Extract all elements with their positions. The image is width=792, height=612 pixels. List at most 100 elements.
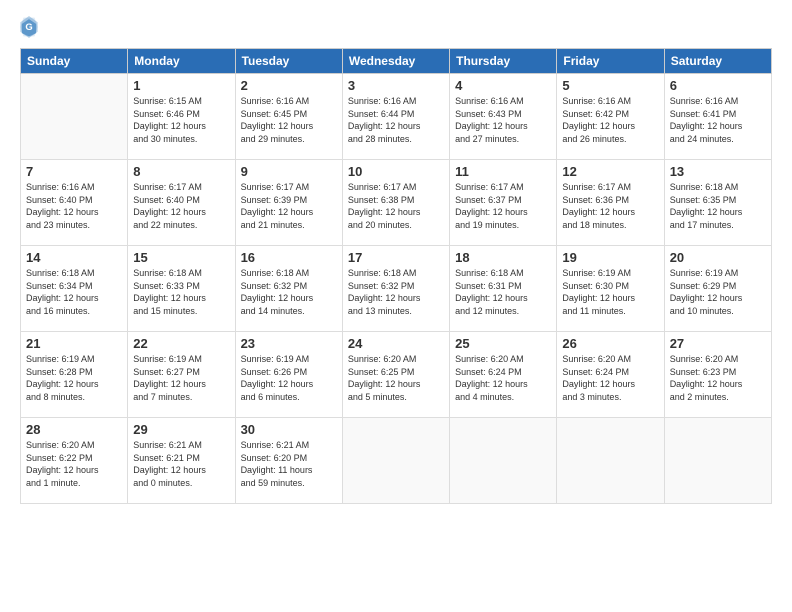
day-number: 30 bbox=[241, 422, 337, 437]
day-number: 10 bbox=[348, 164, 444, 179]
day-number: 27 bbox=[670, 336, 766, 351]
weekday-header-monday: Monday bbox=[128, 49, 235, 74]
day-info: Sunrise: 6:19 AM Sunset: 6:27 PM Dayligh… bbox=[133, 353, 229, 403]
day-cell-27: 27 Sunrise: 6:20 AM Sunset: 6:23 PM Dayli… bbox=[664, 332, 771, 418]
weekday-header-saturday: Saturday bbox=[664, 49, 771, 74]
day-number: 8 bbox=[133, 164, 229, 179]
empty-cell bbox=[557, 418, 664, 504]
day-info: Sunrise: 6:17 AM Sunset: 6:39 PM Dayligh… bbox=[241, 181, 337, 231]
day-cell-21: 21 Sunrise: 6:19 AM Sunset: 6:28 PM Dayli… bbox=[21, 332, 128, 418]
day-number: 6 bbox=[670, 78, 766, 93]
day-number: 14 bbox=[26, 250, 122, 265]
day-cell-3: 3 Sunrise: 6:16 AM Sunset: 6:44 PM Daylig… bbox=[342, 74, 449, 160]
day-number: 5 bbox=[562, 78, 658, 93]
day-cell-7: 7Sunrise: 6:16 AM Sunset: 6:40 PM Daylig… bbox=[21, 160, 128, 246]
day-number: 11 bbox=[455, 164, 551, 179]
day-cell-19: 19 Sunrise: 6:19 AM Sunset: 6:30 PM Dayli… bbox=[557, 246, 664, 332]
day-info: Sunrise: 6:21 AM Sunset: 6:20 PM Dayligh… bbox=[241, 439, 337, 489]
day-info: Sunrise: 6:18 AM Sunset: 6:32 PM Dayligh… bbox=[348, 267, 444, 317]
weekday-header-friday: Friday bbox=[557, 49, 664, 74]
day-number: 24 bbox=[348, 336, 444, 351]
day-number: 19 bbox=[562, 250, 658, 265]
day-info: Sunrise: 6:20 AM Sunset: 6:24 PM Dayligh… bbox=[455, 353, 551, 403]
day-info: Sunrise: 6:19 AM Sunset: 6:28 PM Dayligh… bbox=[26, 353, 122, 403]
day-cell-15: 15 Sunrise: 6:18 AM Sunset: 6:33 PM Dayli… bbox=[128, 246, 235, 332]
day-info: Sunrise: 6:18 AM Sunset: 6:31 PM Dayligh… bbox=[455, 267, 551, 317]
day-number: 22 bbox=[133, 336, 229, 351]
day-number: 28 bbox=[26, 422, 122, 437]
day-number: 7 bbox=[26, 164, 122, 179]
day-cell-9: 9 Sunrise: 6:17 AM Sunset: 6:39 PM Daylig… bbox=[235, 160, 342, 246]
day-info: Sunrise: 6:20 AM Sunset: 6:25 PM Dayligh… bbox=[348, 353, 444, 403]
week-row-5: 28 Sunrise: 6:20 AM Sunset: 6:22 PM Dayli… bbox=[21, 418, 772, 504]
day-info: Sunrise: 6:17 AM Sunset: 6:37 PM Dayligh… bbox=[455, 181, 551, 231]
day-number: 9 bbox=[241, 164, 337, 179]
day-cell-1: 1 Sunrise: 6:15 AM Sunset: 6:46 PM Daylig… bbox=[128, 74, 235, 160]
day-number: 21 bbox=[26, 336, 122, 351]
week-row-3: 14Sunrise: 6:18 AM Sunset: 6:34 PM Dayli… bbox=[21, 246, 772, 332]
day-cell-26: 26Sunrise: 6:20 AM Sunset: 6:24 PM Dayli… bbox=[557, 332, 664, 418]
day-info: Sunrise: 6:16 AM Sunset: 6:44 PM Dayligh… bbox=[348, 95, 444, 145]
day-info: Sunrise: 6:17 AM Sunset: 6:38 PM Dayligh… bbox=[348, 181, 444, 231]
day-cell-20: 20 Sunrise: 6:19 AM Sunset: 6:29 PM Dayli… bbox=[664, 246, 771, 332]
day-info: Sunrise: 6:18 AM Sunset: 6:33 PM Dayligh… bbox=[133, 267, 229, 317]
day-cell-14: 14Sunrise: 6:18 AM Sunset: 6:34 PM Dayli… bbox=[21, 246, 128, 332]
week-row-4: 21 Sunrise: 6:19 AM Sunset: 6:28 PM Dayli… bbox=[21, 332, 772, 418]
day-cell-10: 10 Sunrise: 6:17 AM Sunset: 6:38 PM Dayli… bbox=[342, 160, 449, 246]
weekday-header-thursday: Thursday bbox=[450, 49, 557, 74]
day-cell-24: 24 Sunrise: 6:20 AM Sunset: 6:25 PM Dayli… bbox=[342, 332, 449, 418]
day-info: Sunrise: 6:17 AM Sunset: 6:40 PM Dayligh… bbox=[133, 181, 229, 231]
day-number: 18 bbox=[455, 250, 551, 265]
week-row-2: 7Sunrise: 6:16 AM Sunset: 6:40 PM Daylig… bbox=[21, 160, 772, 246]
week-row-1: 1 Sunrise: 6:15 AM Sunset: 6:46 PM Daylig… bbox=[21, 74, 772, 160]
day-number: 20 bbox=[670, 250, 766, 265]
header: G bbox=[20, 16, 772, 38]
day-info: Sunrise: 6:19 AM Sunset: 6:29 PM Dayligh… bbox=[670, 267, 766, 317]
day-cell-2: 2 Sunrise: 6:16 AM Sunset: 6:45 PM Daylig… bbox=[235, 74, 342, 160]
day-cell-4: 4 Sunrise: 6:16 AM Sunset: 6:43 PM Daylig… bbox=[450, 74, 557, 160]
page: G SundayMondayTuesdayWednesdayThursdayFr… bbox=[0, 0, 792, 612]
day-info: Sunrise: 6:16 AM Sunset: 6:43 PM Dayligh… bbox=[455, 95, 551, 145]
day-number: 23 bbox=[241, 336, 337, 351]
day-number: 15 bbox=[133, 250, 229, 265]
day-cell-12: 12Sunrise: 6:17 AM Sunset: 6:36 PM Dayli… bbox=[557, 160, 664, 246]
day-info: Sunrise: 6:18 AM Sunset: 6:35 PM Dayligh… bbox=[670, 181, 766, 231]
weekday-header-row: SundayMondayTuesdayWednesdayThursdayFrid… bbox=[21, 49, 772, 74]
day-cell-6: 6Sunrise: 6:16 AM Sunset: 6:41 PM Daylig… bbox=[664, 74, 771, 160]
calendar-table: SundayMondayTuesdayWednesdayThursdayFrid… bbox=[20, 48, 772, 504]
day-info: Sunrise: 6:16 AM Sunset: 6:42 PM Dayligh… bbox=[562, 95, 658, 145]
day-info: Sunrise: 6:16 AM Sunset: 6:45 PM Dayligh… bbox=[241, 95, 337, 145]
svg-text:G: G bbox=[25, 21, 32, 32]
day-cell-5: 5 Sunrise: 6:16 AM Sunset: 6:42 PM Daylig… bbox=[557, 74, 664, 160]
day-info: Sunrise: 6:19 AM Sunset: 6:30 PM Dayligh… bbox=[562, 267, 658, 317]
day-number: 2 bbox=[241, 78, 337, 93]
day-info: Sunrise: 6:19 AM Sunset: 6:26 PM Dayligh… bbox=[241, 353, 337, 403]
day-info: Sunrise: 6:20 AM Sunset: 6:22 PM Dayligh… bbox=[26, 439, 122, 489]
logo: G bbox=[20, 16, 40, 38]
day-number: 25 bbox=[455, 336, 551, 351]
day-number: 3 bbox=[348, 78, 444, 93]
day-info: Sunrise: 6:20 AM Sunset: 6:23 PM Dayligh… bbox=[670, 353, 766, 403]
weekday-header-wednesday: Wednesday bbox=[342, 49, 449, 74]
day-info: Sunrise: 6:20 AM Sunset: 6:24 PM Dayligh… bbox=[562, 353, 658, 403]
weekday-header-tuesday: Tuesday bbox=[235, 49, 342, 74]
logo-icon: G bbox=[20, 16, 38, 38]
empty-cell bbox=[450, 418, 557, 504]
day-number: 17 bbox=[348, 250, 444, 265]
day-info: Sunrise: 6:18 AM Sunset: 6:32 PM Dayligh… bbox=[241, 267, 337, 317]
day-info: Sunrise: 6:21 AM Sunset: 6:21 PM Dayligh… bbox=[133, 439, 229, 489]
day-cell-22: 22 Sunrise: 6:19 AM Sunset: 6:27 PM Dayli… bbox=[128, 332, 235, 418]
day-cell-11: 11 Sunrise: 6:17 AM Sunset: 6:37 PM Dayli… bbox=[450, 160, 557, 246]
day-cell-29: 29 Sunrise: 6:21 AM Sunset: 6:21 PM Dayli… bbox=[128, 418, 235, 504]
day-cell-28: 28 Sunrise: 6:20 AM Sunset: 6:22 PM Dayli… bbox=[21, 418, 128, 504]
day-info: Sunrise: 6:17 AM Sunset: 6:36 PM Dayligh… bbox=[562, 181, 658, 231]
day-number: 29 bbox=[133, 422, 229, 437]
day-cell-13: 13Sunrise: 6:18 AM Sunset: 6:35 PM Dayli… bbox=[664, 160, 771, 246]
day-cell-8: 8 Sunrise: 6:17 AM Sunset: 6:40 PM Daylig… bbox=[128, 160, 235, 246]
empty-cell bbox=[342, 418, 449, 504]
day-info: Sunrise: 6:15 AM Sunset: 6:46 PM Dayligh… bbox=[133, 95, 229, 145]
day-number: 4 bbox=[455, 78, 551, 93]
day-number: 1 bbox=[133, 78, 229, 93]
day-cell-30: 30 Sunrise: 6:21 AM Sunset: 6:20 PM Dayli… bbox=[235, 418, 342, 504]
day-cell-18: 18 Sunrise: 6:18 AM Sunset: 6:31 PM Dayli… bbox=[450, 246, 557, 332]
